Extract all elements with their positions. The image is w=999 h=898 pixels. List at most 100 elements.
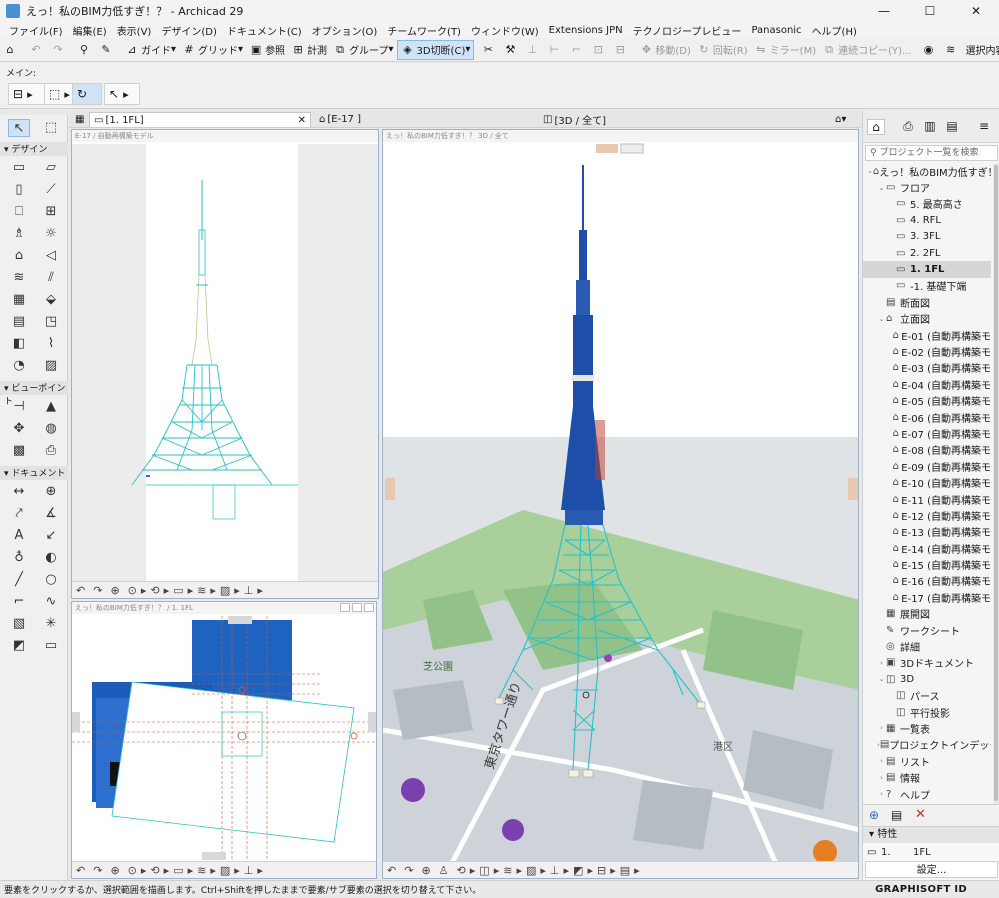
tree-item[interactable]: ▭ -1. 基礎下端 (863, 278, 991, 294)
tree-chevron-icon[interactable]: › (877, 724, 886, 732)
undo-zoom-icon[interactable]: ↶ (76, 584, 85, 597)
tree-item[interactable]: ⌂ E-04 (自動再構築モ (863, 376, 991, 392)
arc-tool[interactable]: ○ (40, 571, 62, 589)
tree-item[interactable]: ▭ 4. RFL (863, 212, 991, 228)
menu-edit[interactable]: 編集(E) (68, 23, 112, 38)
3d-view-pane[interactable]: えっ！私のBIM力低すぎ！？ 3D / 全て 東京タワー通り 芝公園 港区 ↶ … (382, 129, 859, 879)
tab-3d[interactable]: ◫ [3D / 全て] (539, 112, 610, 127)
picture-tool[interactable]: ◩ (8, 637, 30, 655)
menu-panasonic[interactable]: Panasonic (746, 25, 806, 36)
scissors-button[interactable]: ✂ (478, 40, 500, 60)
dimension-icon[interactable]: ⊥ (550, 864, 560, 877)
tree-item[interactable]: ⌂ E-12 (自動再構築モ (863, 507, 991, 523)
mirror-button[interactable]: ⇋ ミラー(M) (751, 40, 819, 60)
railing-tool[interactable]: ⫽ (40, 269, 62, 287)
measure-button[interactable]: ⊞ 計測 (288, 40, 330, 60)
figure-tool[interactable]: ✳ (40, 615, 62, 633)
line-tool[interactable]: ╱ (8, 571, 30, 589)
tree-item[interactable]: ⌂ E-03 (自動再構築モ (863, 360, 991, 376)
scrollbar-thumb[interactable] (994, 165, 998, 801)
label-tool[interactable]: ↙ (40, 527, 62, 545)
dimension-tool[interactable]: ↔ (8, 483, 30, 501)
graphisoft-id-link[interactable]: GRAPHISOFT ID (875, 884, 967, 895)
navigator-menu-icon[interactable]: ≡ (975, 119, 993, 135)
dimension-icon[interactable]: ⊥ (244, 584, 254, 597)
view-map-icon[interactable]: ⎙ (899, 119, 917, 135)
skylight-tool[interactable]: ▤ (8, 313, 30, 331)
wall-tool[interactable]: ▭ (8, 159, 30, 177)
tree-item[interactable]: ◫ 平行投影 (863, 704, 991, 720)
tree-item[interactable]: › ▤ 情報 (863, 769, 991, 785)
interior-elevation-tool[interactable]: ✥ (8, 420, 30, 438)
beam-column-tool[interactable]: ◔ (8, 357, 30, 375)
worksheet-tool[interactable]: ◍ (40, 420, 62, 438)
tree-item[interactable]: ⌂ E-10 (自動再構築モ (863, 474, 991, 490)
hotspot-tool[interactable]: ♁ (8, 549, 30, 567)
rotate-button[interactable]: ↻ 回転(R) (694, 40, 751, 60)
delete-view-icon[interactable]: ✕ (915, 807, 926, 822)
column-tool[interactable]: ▯ (8, 181, 30, 199)
settings-button[interactable]: 設定... (865, 861, 998, 878)
angle-dimension-tool[interactable]: ∡ (40, 505, 62, 523)
move-button[interactable]: ✥ 移動(D) (636, 40, 694, 60)
rotate-marquee-button[interactable]: ↻ (72, 83, 102, 105)
radial-dimension-tool[interactable]: ⤤ (8, 505, 30, 523)
zoom-in-icon[interactable]: ⊕ (110, 584, 119, 597)
zone-tool[interactable]: ◧ (8, 335, 30, 353)
tree-item[interactable]: ⌂ E-05 (自動再構築モ (863, 392, 991, 408)
pen-set-icon[interactable]: ▨ (220, 864, 230, 877)
zoom-fit-icon[interactable]: ⊙ (128, 864, 137, 877)
tree-item[interactable]: ✎ ワークシート (863, 622, 991, 638)
layer-button[interactable]: ≋ (941, 40, 963, 60)
morph-tool[interactable]: ⬙ (40, 291, 62, 309)
layer-combination-icon[interactable]: ≋ (197, 584, 206, 597)
tree-item[interactable]: ›▤プロジェクトインデックス (863, 737, 991, 753)
redo-button[interactable]: ↷ (48, 40, 70, 60)
layout-book-icon[interactable]: ▥ (921, 119, 939, 135)
home-button[interactable]: ⌂ (0, 40, 22, 60)
tree-item[interactable]: ⌂ E-07 (自動再構築モ (863, 425, 991, 441)
tree-item[interactable]: ⌂ E-17 (自動再構築モ (863, 589, 991, 605)
zoom-in-icon[interactable]: ⊕ (110, 864, 119, 877)
tree-item[interactable]: ⌄ ▭ フロア (863, 179, 991, 195)
walk-icon[interactable]: ♙ (439, 864, 449, 877)
trim-button[interactable]: ⊥ (522, 40, 544, 60)
tree-item[interactable]: ◎ 詳細 (863, 638, 991, 654)
stair-tool[interactable]: ≋ (8, 269, 30, 287)
redo-zoom-icon[interactable]: ↷ (404, 864, 413, 877)
tree-item[interactable]: ▤ 断面図 (863, 294, 991, 310)
tree-item[interactable]: ▭ 1. 1FL (863, 261, 991, 278)
roof-tool[interactable]: ⌂ (8, 247, 30, 265)
publisher-icon[interactable]: ▤ (943, 119, 961, 135)
menu-extensions-jpn[interactable]: Extensions JPN (544, 25, 628, 36)
properties-header[interactable]: ▾ 特性 (863, 827, 999, 843)
arrow-tool[interactable]: ↖ (8, 119, 30, 137)
design-section-header[interactable]: ▾ デザイン (0, 142, 68, 156)
menu-window[interactable]: ウィンドウ(W) (466, 23, 544, 38)
menu-document[interactable]: ドキュメント(C) (222, 23, 307, 38)
marquee-mode-button[interactable]: ⬚ ▸ (44, 83, 74, 105)
tree-item[interactable]: ⌄ ⌂ えっ！私のBIM力低すぎ！ (863, 163, 991, 179)
filter-icon[interactable]: ▤ (620, 864, 630, 877)
object-tool[interactable]: ♗ (8, 225, 30, 243)
layer-combination-icon[interactable]: ≋ (503, 864, 512, 877)
perspective-icon[interactable]: ◫ (479, 864, 489, 877)
layer-combination-icon[interactable]: ≋ (197, 864, 206, 877)
tree-item[interactable]: ⌂ E-01 (自動再構築モ (863, 327, 991, 343)
menu-options[interactable]: オプション(O) (307, 23, 383, 38)
lamp-tool[interactable]: ☼ (40, 225, 62, 243)
door-tool[interactable]: ⎕ (8, 203, 30, 221)
equipment-tool[interactable]: ▨ (40, 357, 62, 375)
multiply-button[interactable]: ⧉ 連続コピー(Y)... (819, 40, 914, 60)
orbit-icon[interactable]: ⟲ (150, 584, 159, 597)
visibility-button[interactable]: ◉ (919, 40, 941, 60)
zoom-fit-icon[interactable]: ⊙ (128, 584, 137, 597)
add-view-icon[interactable]: ⊕ (869, 808, 879, 822)
cutaway-icon[interactable]: ⊟ (597, 864, 606, 877)
tree-item[interactable]: › ▦ 一覧表 (863, 720, 991, 736)
tree-item[interactable]: ⌂ E-13 (自動再構築モ (863, 524, 991, 540)
floor-plan-pane[interactable]: えっ！私のBIM力低すぎ！？ / 1. 1FL ↶ ↷ ⊕ ⊙ ▸ ⟲ ▸ ▭ … (71, 601, 377, 879)
shell-tool[interactable]: ◁ (40, 247, 62, 265)
scale-icon[interactable]: ▭ (173, 584, 183, 597)
hammer-button[interactable]: ⚒ (500, 40, 522, 60)
